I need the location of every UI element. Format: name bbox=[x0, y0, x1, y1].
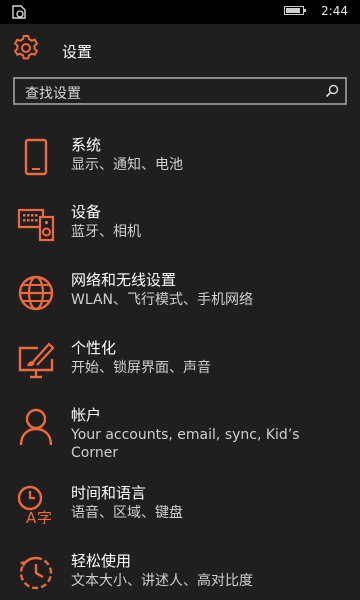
settings-item-label: 帐户 bbox=[71, 406, 102, 424]
personalization-icon bbox=[18, 342, 55, 379]
settings-item-accounts[interactable]: 帐户 Your accounts, email, sync, Kid’s Cor… bbox=[0, 400, 360, 470]
settings-item-label: 个性化 bbox=[71, 339, 117, 357]
svg-text:A: A bbox=[26, 509, 37, 524]
settings-item-ease-of-access[interactable]: 轻松使用 文本大小、讲述人、高对比度 bbox=[0, 546, 360, 600]
settings-item-label: 轻松使用 bbox=[71, 552, 132, 570]
battery-icon bbox=[284, 6, 306, 15]
settings-item-label: 系统 bbox=[71, 136, 102, 154]
search-placeholder: 查找设置 bbox=[25, 86, 81, 102]
svg-text:字: 字 bbox=[37, 509, 52, 524]
globe-icon bbox=[18, 275, 54, 311]
gear-icon bbox=[13, 35, 39, 60]
settings-item-description: 文本大小、讲述人、高对比度 bbox=[71, 573, 253, 589]
settings-item-description: 蓝牙、相机 bbox=[71, 224, 141, 240]
settings-item-network[interactable]: 网络和无线设置 WLAN、飞行模式、手机网络 bbox=[0, 265, 360, 319]
settings-item-label: 网络和无线设置 bbox=[71, 271, 177, 289]
quiet-hours-icon bbox=[12, 5, 26, 19]
settings-item-devices[interactable]: 设备 蓝牙、相机 bbox=[0, 197, 360, 251]
page-header: 设置 bbox=[0, 24, 360, 74]
settings-item-description: 开始、锁屏界面、声音 bbox=[71, 360, 211, 376]
settings-item-description: 语音、区域、键盘 bbox=[71, 505, 183, 521]
search-input[interactable]: 查找设置 bbox=[13, 77, 347, 105]
settings-item-description: WLAN、飞行模式、手机网络 bbox=[71, 292, 254, 308]
settings-item-time-language[interactable]: A 字 时间和语言 语音、区域、键盘 bbox=[0, 478, 360, 532]
time-language-icon: A 字 bbox=[17, 485, 52, 524]
settings-item-description: Your accounts, email, sync, Kid’s Corner bbox=[71, 427, 300, 461]
status-bar: 2:44 bbox=[0, 0, 360, 24]
page-title: 设置 bbox=[62, 43, 93, 61]
settings-item-label: 设备 bbox=[71, 203, 102, 221]
settings-item-personalization[interactable]: 个性化 开始、锁屏界面、声音 bbox=[0, 333, 360, 387]
phone-icon bbox=[24, 138, 48, 176]
person-icon bbox=[19, 408, 53, 446]
clock: 2:44 bbox=[321, 4, 348, 18]
settings-item-system[interactable]: 系统 显示、通知、电池 bbox=[0, 130, 360, 184]
search-icon[interactable] bbox=[324, 83, 340, 99]
devices-icon bbox=[17, 208, 55, 242]
ease-of-access-icon bbox=[19, 556, 53, 590]
settings-item-label: 时间和语言 bbox=[71, 484, 147, 502]
settings-item-description: 显示、通知、电池 bbox=[71, 157, 183, 173]
